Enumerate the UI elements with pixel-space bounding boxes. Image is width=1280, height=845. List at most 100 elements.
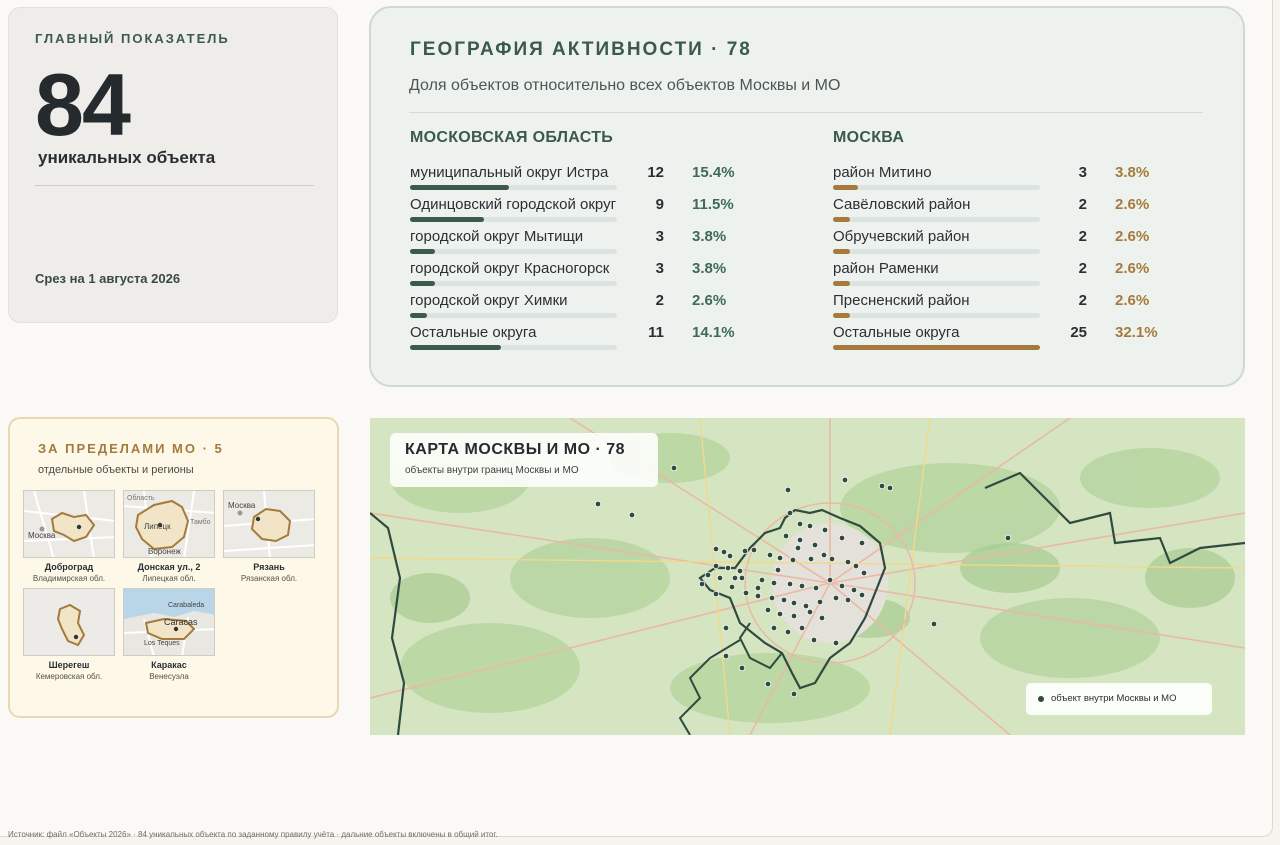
map-marker[interactable] [754, 584, 762, 592]
moscow-map[interactable]: КАРТА МОСКВЫ И МО · 78 объекты внутри гр… [370, 418, 1245, 735]
map-marker[interactable] [802, 602, 810, 610]
map-marker[interactable] [858, 539, 866, 547]
map-marker[interactable] [794, 544, 802, 552]
map-marker[interactable] [789, 556, 797, 564]
map-marker[interactable] [858, 591, 866, 599]
map-marker[interactable] [774, 566, 782, 574]
map-marker[interactable] [712, 545, 720, 553]
map-marker[interactable] [798, 624, 806, 632]
map-marker[interactable] [832, 639, 840, 647]
map-marker[interactable] [741, 547, 749, 555]
map-marker[interactable] [731, 574, 739, 582]
map-marker[interactable] [776, 610, 784, 618]
outside-item-caracas[interactable]: Carabaleda Caracas Los Teques Каракас Ве… [123, 588, 215, 688]
map-marker[interactable] [720, 548, 728, 556]
share-bar-track [410, 249, 617, 254]
map-marker[interactable] [844, 558, 852, 566]
map-marker[interactable] [712, 562, 720, 570]
map-marker[interactable] [722, 652, 730, 660]
map-marker[interactable] [812, 584, 820, 592]
map-marker[interactable] [716, 574, 724, 582]
map-marker[interactable] [930, 620, 938, 628]
outside-item-ryazan[interactable]: Москва Рязань Рязанская обл. [223, 490, 315, 590]
map-marker[interactable] [810, 636, 818, 644]
mo-column-title: МОСКОВСКАЯ ОБЛАСТЬ [410, 129, 614, 146]
map-marker[interactable] [886, 484, 894, 492]
map-marker[interactable] [770, 579, 778, 587]
map-marker[interactable] [670, 464, 678, 472]
outside-item-region: Липецкая обл. [142, 574, 196, 583]
region-percent: 15.4% [692, 164, 735, 181]
map-marker[interactable] [768, 594, 776, 602]
map-marker[interactable] [796, 536, 804, 544]
map-marker[interactable] [816, 598, 824, 606]
share-bar-track [410, 313, 617, 318]
map-marker[interactable] [811, 541, 819, 549]
map-marker[interactable] [838, 534, 846, 542]
map-marker[interactable] [594, 500, 602, 508]
map-marker[interactable] [790, 690, 798, 698]
map-marker[interactable] [832, 594, 840, 602]
map-marker[interactable] [852, 562, 860, 570]
map-marker[interactable] [750, 546, 758, 554]
map-marker[interactable] [841, 476, 849, 484]
map-marker[interactable] [784, 486, 792, 494]
map-marker[interactable] [782, 532, 790, 540]
map-marker[interactable] [780, 596, 788, 604]
map-marker[interactable] [726, 552, 734, 560]
map-marker[interactable] [826, 576, 834, 584]
map-title-box: КАРТА МОСКВЫ И МО · 78 объекты внутри гр… [390, 433, 658, 487]
region-percent: 32.1% [1115, 324, 1158, 341]
legend-marker-icon [1038, 696, 1044, 702]
map-marker[interactable] [764, 606, 772, 614]
map-marker[interactable] [806, 608, 814, 616]
map-marker[interactable] [790, 599, 798, 607]
mini-map-label: Los Teques [144, 640, 180, 647]
kpi-divider [35, 185, 314, 186]
map-marker[interactable] [628, 511, 636, 519]
outside-item-sheregesh[interactable]: Шерегеш Кемеровская обл. [23, 588, 115, 688]
legend-label: объект внутри Москвы и МО [1051, 693, 1177, 704]
map-marker[interactable] [786, 580, 794, 588]
region-name: муниципальный округ Истра [410, 164, 609, 181]
map-marker[interactable] [736, 567, 744, 575]
mini-map-graphic [24, 589, 114, 655]
map-marker[interactable] [828, 555, 836, 563]
map-marker[interactable] [722, 624, 730, 632]
map-marker[interactable] [820, 551, 828, 559]
map-marker[interactable] [728, 583, 736, 591]
map-marker[interactable] [807, 555, 815, 563]
map-marker[interactable] [712, 590, 720, 598]
map-marker[interactable] [850, 586, 858, 594]
map-marker[interactable] [821, 526, 829, 534]
map-marker[interactable] [878, 482, 886, 490]
map-marker[interactable] [770, 624, 778, 632]
map-marker[interactable] [704, 571, 712, 579]
map-marker[interactable] [786, 509, 794, 517]
map-marker[interactable] [742, 589, 750, 597]
map-marker[interactable] [838, 582, 846, 590]
map-marker[interactable] [798, 582, 806, 590]
map-marker[interactable] [738, 664, 746, 672]
map-marker[interactable] [860, 569, 868, 577]
map-marker[interactable] [738, 574, 746, 582]
map-marker[interactable] [790, 612, 798, 620]
map-marker[interactable] [796, 520, 804, 528]
map-marker[interactable] [758, 576, 766, 584]
map-marker[interactable] [818, 614, 826, 622]
outside-item-donskaya[interactable]: Область Липецк Тамбо Воронеж Донская ул.… [123, 490, 215, 590]
share-bar-fill [833, 345, 1040, 350]
map-marker[interactable] [784, 628, 792, 636]
map-marker[interactable] [698, 580, 706, 588]
map-marker[interactable] [776, 554, 784, 562]
map-marker[interactable] [724, 564, 732, 572]
map-marker[interactable] [764, 680, 772, 688]
region-count: 3 [655, 228, 664, 245]
map-marker[interactable] [844, 596, 852, 604]
map-marker[interactable] [754, 592, 762, 600]
map-marker[interactable] [1004, 534, 1012, 542]
map-marker[interactable] [806, 522, 814, 530]
outside-item-dobrograd[interactable]: Москва Доброград Владимирская обл. [23, 490, 115, 590]
map-marker[interactable] [766, 551, 774, 559]
region-count: 3 [1078, 164, 1087, 181]
